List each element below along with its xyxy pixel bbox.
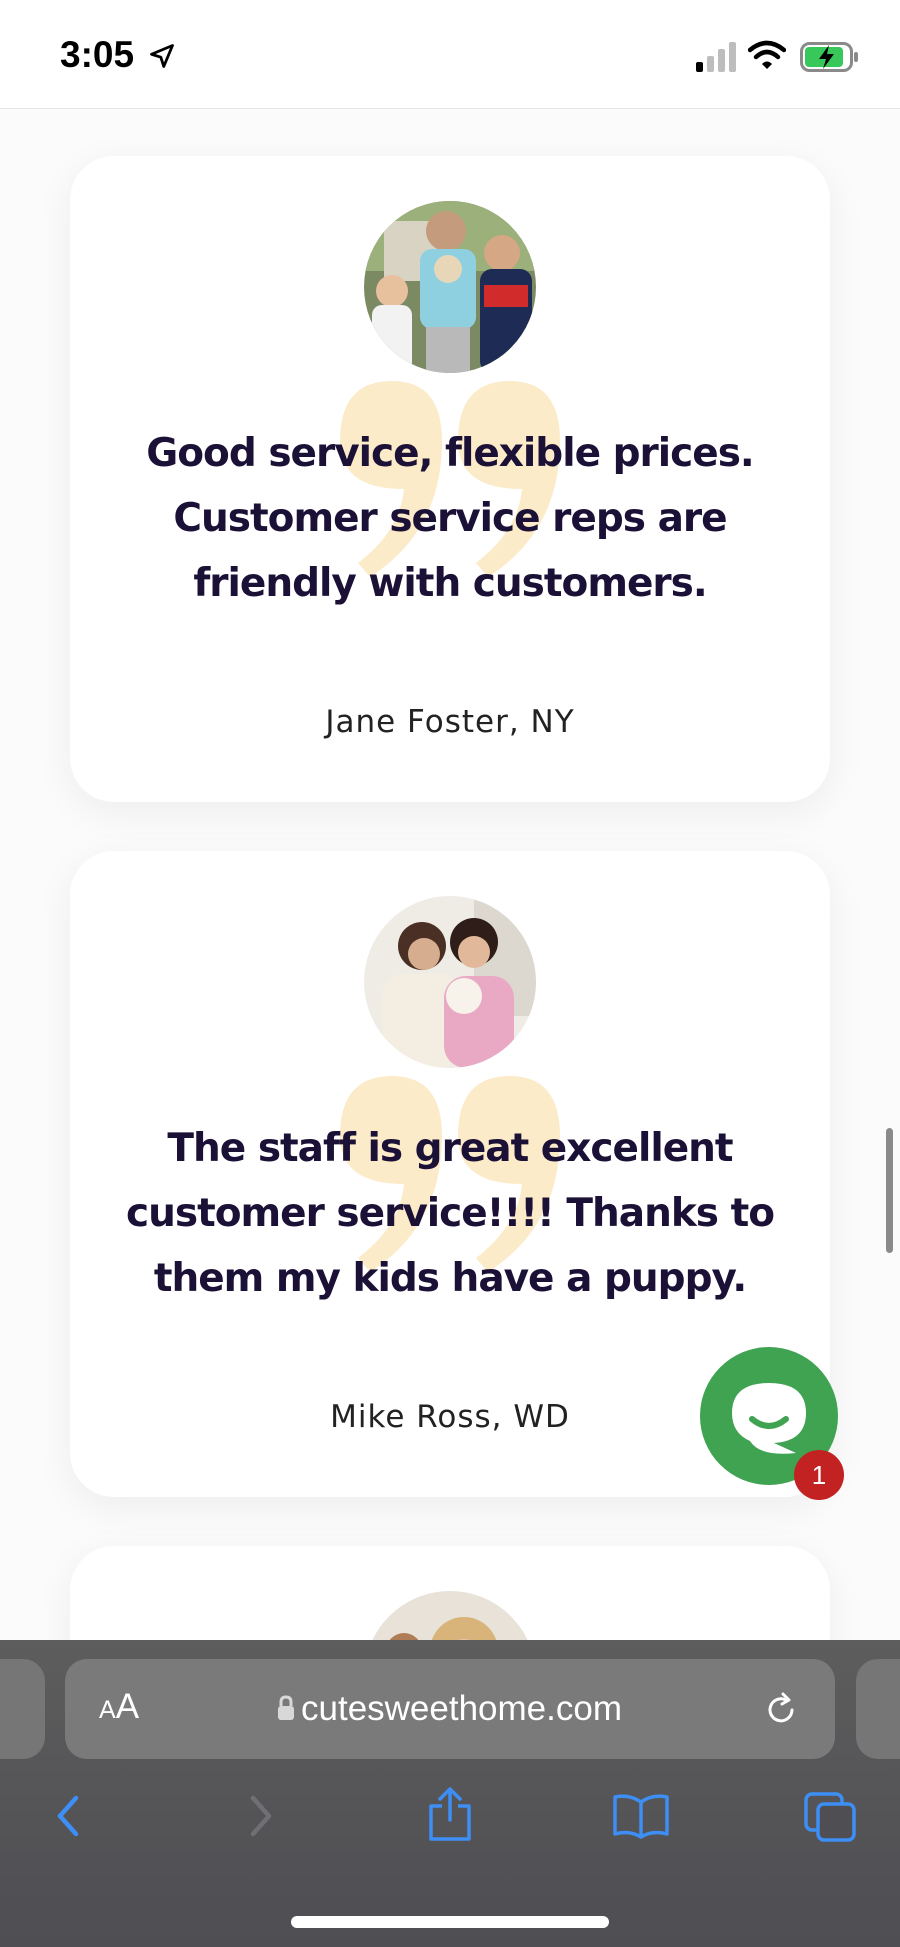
customer-avatar: [364, 201, 536, 373]
address-bar[interactable]: AA cutesweethome.com: [65, 1659, 835, 1759]
previous-tab-preview[interactable]: [0, 1659, 45, 1759]
tabs-icon[interactable]: [804, 1792, 858, 1842]
bookmarks-icon[interactable]: [612, 1792, 670, 1840]
next-tab-preview[interactable]: [856, 1659, 900, 1759]
reload-icon[interactable]: [763, 1691, 799, 1727]
wifi-icon: [748, 40, 786, 69]
testimonial-card: Good service, flexible prices. Customer …: [70, 156, 830, 802]
testimonial-author: Jane Foster, NY: [325, 704, 575, 740]
share-icon[interactable]: [425, 1786, 475, 1842]
status-time: 3:05: [60, 34, 135, 75]
testimonial-quote: The staff is great excellent customer se…: [125, 1126, 775, 1301]
page-scrollbar[interactable]: [886, 1128, 893, 1253]
cellular-signal-icon: [696, 42, 736, 72]
url-text: cutesweethome.com: [301, 1689, 622, 1728]
back-icon[interactable]: [50, 1792, 86, 1840]
forward-icon[interactable]: [243, 1792, 279, 1840]
chat-notification-badge: 1: [794, 1450, 844, 1500]
location-arrow-icon: [150, 44, 174, 68]
status-bar: 3:05: [0, 0, 900, 109]
home-indicator[interactable]: [291, 1916, 609, 1928]
browser-toolbar: AA cutesweethome.com: [0, 1640, 900, 1947]
lock-icon: [278, 1695, 294, 1720]
testimonial-quote: Good service, flexible prices. Customer …: [146, 431, 754, 606]
testimonial-card: [70, 1546, 830, 1640]
battery-charging-icon: [800, 42, 858, 72]
customer-avatar: [364, 896, 536, 1068]
text-size-button[interactable]: AA: [99, 1687, 139, 1727]
customer-avatar: [364, 1591, 536, 1640]
